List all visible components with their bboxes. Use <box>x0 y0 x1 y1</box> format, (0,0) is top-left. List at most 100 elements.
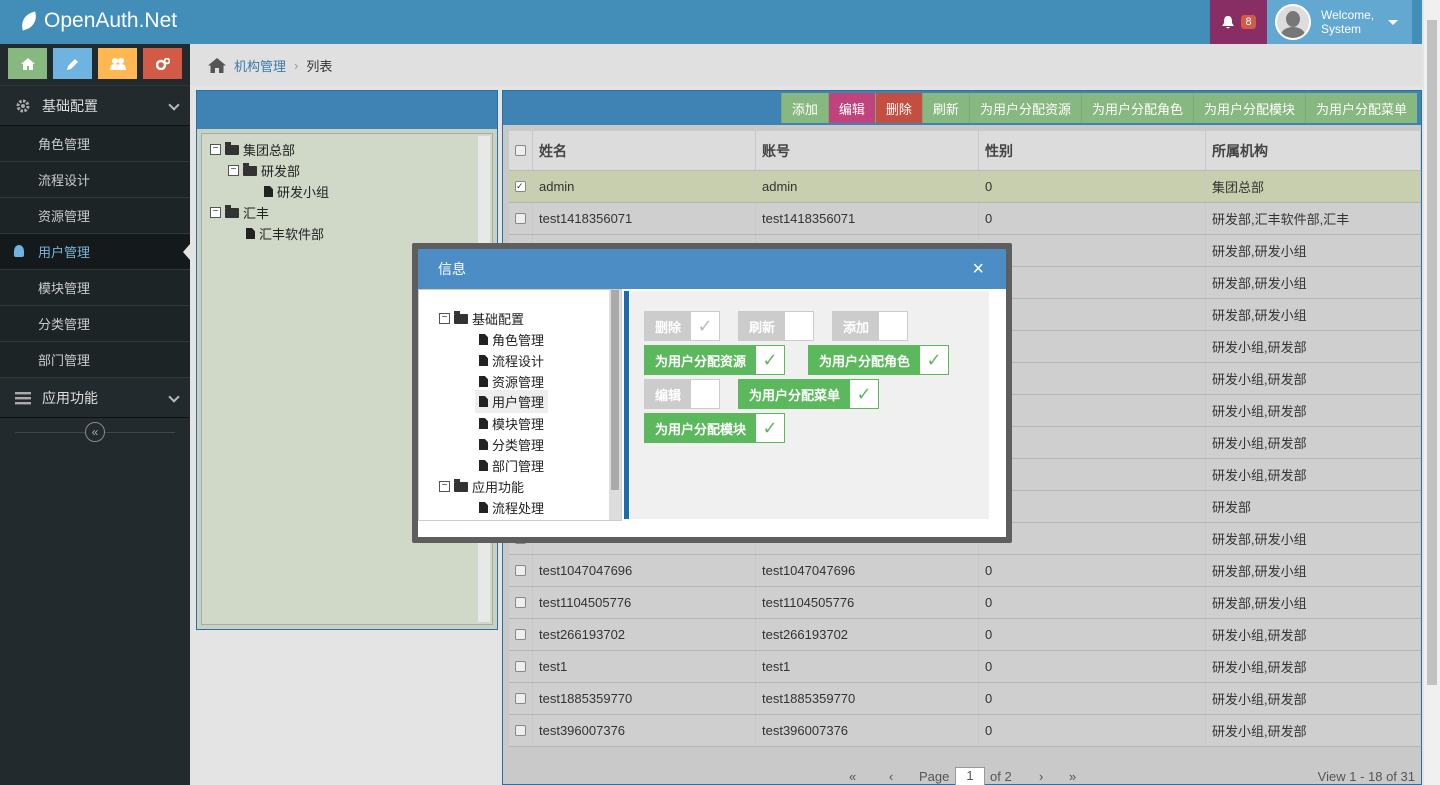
assign-resources-button[interactable]: 为用户分配资源 <box>968 93 1081 123</box>
modal-body: 信息 × − 基础配置 角色管理 流程设计 资源管理 用户管理 模块管理 分类管理… <box>418 249 1006 537</box>
notifications-button[interactable]: 8 <box>1210 0 1267 44</box>
tree-node[interactable]: 汇丰软件部 <box>246 224 324 243</box>
brand[interactable]: OpenAuth.Net <box>18 9 177 33</box>
sidebar-item-resources[interactable]: 资源管理 <box>0 198 190 234</box>
select-all-checkbox[interactable] <box>515 145 526 156</box>
column-header-org[interactable]: 所属机构 <box>1206 131 1421 170</box>
row-checkbox[interactable] <box>515 213 526 224</box>
sidebar-item-roles[interactable]: 角色管理 <box>0 126 190 162</box>
table-row[interactable]: test396007376 test396007376 0 研发小组,研发部 <box>509 715 1421 747</box>
tree-node-selected[interactable]: 用户管理 <box>475 390 549 413</box>
table-row[interactable]: test1418356071 test1418356071 0 研发部,汇丰软件部,汇… <box>509 203 1421 235</box>
perm-toggle-assign-resources[interactable]: 为用户分配资源 ✓ <box>644 345 786 375</box>
collapse-toggle-icon[interactable]: − <box>210 207 221 218</box>
permission-modal: 信息 × − 基础配置 角色管理 流程设计 资源管理 用户管理 模块管理 分类管理… <box>412 243 1012 543</box>
tree-node[interactable]: 流程设计 <box>479 351 544 370</box>
tree-node[interactable]: − 集团总部 <box>210 140 295 159</box>
perm-toggle-assign-menus[interactable]: 为用户分配菜单 ✓ <box>738 379 880 409</box>
home-icon <box>20 57 35 70</box>
table-row[interactable]: test1885359770 test1885359770 0 研发小组,研发部 <box>509 683 1421 715</box>
perm-toggle-assign-roles[interactable]: 为用户分配角色 ✓ <box>808 345 950 375</box>
nav-group-app-functions[interactable]: 应用功能 <box>0 378 190 418</box>
tree-node[interactable]: 模块管理 <box>479 414 544 433</box>
table-row[interactable]: ✓ admin admin 0 集团总部 <box>509 171 1421 203</box>
module-tree-scrollbar[interactable] <box>609 290 621 520</box>
tree-node[interactable]: 流程处理 <box>479 498 544 517</box>
file-icon <box>479 502 488 513</box>
sidebar-item-modules[interactable]: 模块管理 <box>0 270 190 306</box>
perm-toggle-refresh[interactable]: 刷新 <box>738 311 815 341</box>
edit-button[interactable]: 编辑 <box>827 93 875 123</box>
sidebar-item-users[interactable]: 用户管理 <box>0 234 190 270</box>
add-button[interactable]: 添加 <box>780 93 828 123</box>
table-row[interactable]: test1047047696 test1047047696 0 研发部,研发小组 <box>509 555 1421 587</box>
settings-shortcut-button[interactable] <box>143 48 182 79</box>
sidebar-item-departments[interactable]: 部门管理 <box>0 342 190 378</box>
perm-toggle-assign-modules[interactable]: 为用户分配模块 ✓ <box>644 413 786 443</box>
assign-menus-button[interactable]: 为用户分配菜单 <box>1304 93 1417 123</box>
cogs-icon <box>155 57 170 70</box>
edit-shortcut-button[interactable] <box>53 48 92 79</box>
page-input[interactable]: 1 <box>955 767 985 785</box>
column-header-gender[interactable]: 性别 <box>979 131 1206 170</box>
tree-node[interactable]: 角色管理 <box>479 330 544 349</box>
tree-node[interactable]: 研发小组 <box>264 182 329 201</box>
tree-node[interactable]: 部门管理 <box>479 456 544 475</box>
cell-account: test1885359770 <box>756 683 979 714</box>
tree-node[interactable]: − 研发部 <box>228 161 300 180</box>
column-header-account[interactable]: 账号 <box>756 131 979 170</box>
assign-roles-button[interactable]: 为用户分配角色 <box>1080 93 1193 123</box>
collapse-toggle-icon[interactable]: − <box>439 313 450 324</box>
nav-group-basic-config[interactable]: 基础配置 <box>0 86 190 126</box>
collapse-toggle-icon[interactable]: − <box>439 481 450 492</box>
row-checkbox[interactable] <box>515 725 526 736</box>
collapse-toggle-icon[interactable]: − <box>228 165 239 176</box>
page-scrollbar[interactable] <box>1424 0 1440 785</box>
users-shortcut-button[interactable] <box>98 48 137 79</box>
close-icon[interactable]: × <box>972 259 984 279</box>
row-checkbox[interactable] <box>515 693 526 704</box>
perm-toggle-delete[interactable]: 删除 ✓ <box>644 311 721 341</box>
perm-label: 为用户分配资源 <box>645 346 757 374</box>
row-checkbox[interactable] <box>515 661 526 672</box>
row-checkbox[interactable]: ✓ <box>515 181 526 192</box>
table-row[interactable]: test1104505776 test1104505776 0 研发部,研发小组 <box>509 587 1421 619</box>
double-chevron-left-icon[interactable]: « <box>85 422 105 442</box>
tree-node[interactable]: 资源管理 <box>479 372 544 391</box>
next-page-icon[interactable]: › <box>1039 769 1043 784</box>
cell-gender <box>979 363 1206 394</box>
table-row[interactable]: test1 test1 0 研发小组,研发部 <box>509 651 1421 683</box>
row-checkbox[interactable] <box>515 629 526 640</box>
collapse-toggle-icon[interactable]: − <box>210 144 221 155</box>
perm-toggle-add[interactable]: 添加 <box>832 311 909 341</box>
toolbar: 添加 编辑 删除 刷新 为用户分配资源 为用户分配角色 为用户分配模块 为用户分… <box>503 91 1421 125</box>
sidebar-item-categories[interactable]: 分类管理 <box>0 306 190 342</box>
first-page-icon[interactable]: « <box>849 769 856 784</box>
sidebar-item-flow-design[interactable]: 流程设计 <box>0 162 190 198</box>
perm-label: 添加 <box>833 312 880 340</box>
delete-button[interactable]: 删除 <box>874 93 922 123</box>
tree-node[interactable]: − 应用功能 <box>439 477 524 496</box>
tree-node[interactable]: 分类管理 <box>479 435 544 454</box>
assign-modules-button[interactable]: 为用户分配模块 <box>1192 93 1305 123</box>
home-shortcut-button[interactable] <box>8 48 47 79</box>
prev-page-icon[interactable]: ‹ <box>889 769 893 784</box>
row-checkbox[interactable] <box>515 565 526 576</box>
cell-org: 研发部,研发小组 <box>1206 267 1421 298</box>
refresh-button[interactable]: 刷新 <box>921 93 969 123</box>
column-header-name[interactable]: 姓名 <box>533 131 756 170</box>
user-menu[interactable]: Welcome, System <box>1267 0 1412 44</box>
row-checkbox[interactable] <box>515 597 526 608</box>
tree-node[interactable]: − 汇丰 <box>210 203 269 222</box>
perm-toggle-edit[interactable]: 编辑 <box>644 379 721 409</box>
last-page-icon[interactable]: » <box>1069 769 1076 784</box>
cell-account: test1418356071 <box>756 203 979 234</box>
tree-node-label: 模块管理 <box>492 417 545 432</box>
cell-gender <box>979 427 1206 458</box>
breadcrumb-current: 列表 <box>306 58 333 74</box>
home-icon[interactable] <box>208 57 226 73</box>
perm-label: 为用户分配菜单 <box>739 380 851 408</box>
breadcrumb-parent[interactable]: 机构管理 <box>234 56 286 75</box>
tree-node[interactable]: − 基础配置 <box>439 309 524 328</box>
table-row[interactable]: test266193702 test266193702 0 研发小组,研发部 <box>509 619 1421 651</box>
